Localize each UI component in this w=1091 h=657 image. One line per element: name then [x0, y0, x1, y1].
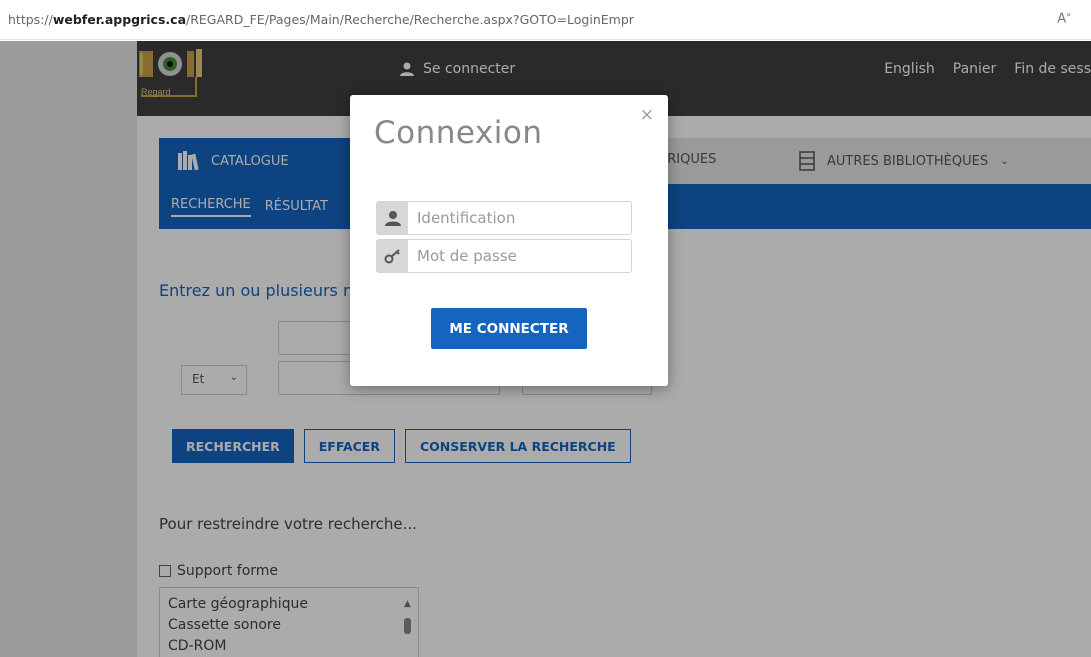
read-aloud-icon[interactable]: A»	[1057, 10, 1071, 26]
modal-title: Connexion	[374, 115, 543, 151]
username-input[interactable]	[408, 209, 628, 227]
user-icon	[377, 202, 408, 234]
login-button[interactable]: ME CONNECTER	[431, 308, 587, 349]
close-icon[interactable]: ×	[640, 105, 654, 125]
username-field[interactable]	[376, 201, 632, 235]
key-icon	[377, 240, 408, 272]
login-modal: Connexion × ME CONNECTER	[350, 95, 668, 386]
url-text[interactable]: https://webfer.appgrics.ca/REGARD_FE/Pag…	[8, 12, 634, 27]
url-path: /REGARD_FE/Pages/Main/Recherche/Recherch…	[186, 12, 634, 27]
url-domain: webfer.appgrics.ca	[52, 12, 187, 27]
password-field[interactable]	[376, 239, 632, 273]
password-input[interactable]	[408, 247, 628, 265]
browser-address-bar[interactable]: https://webfer.appgrics.ca/REGARD_FE/Pag…	[0, 0, 1091, 40]
url-prefix: https://	[8, 12, 53, 27]
